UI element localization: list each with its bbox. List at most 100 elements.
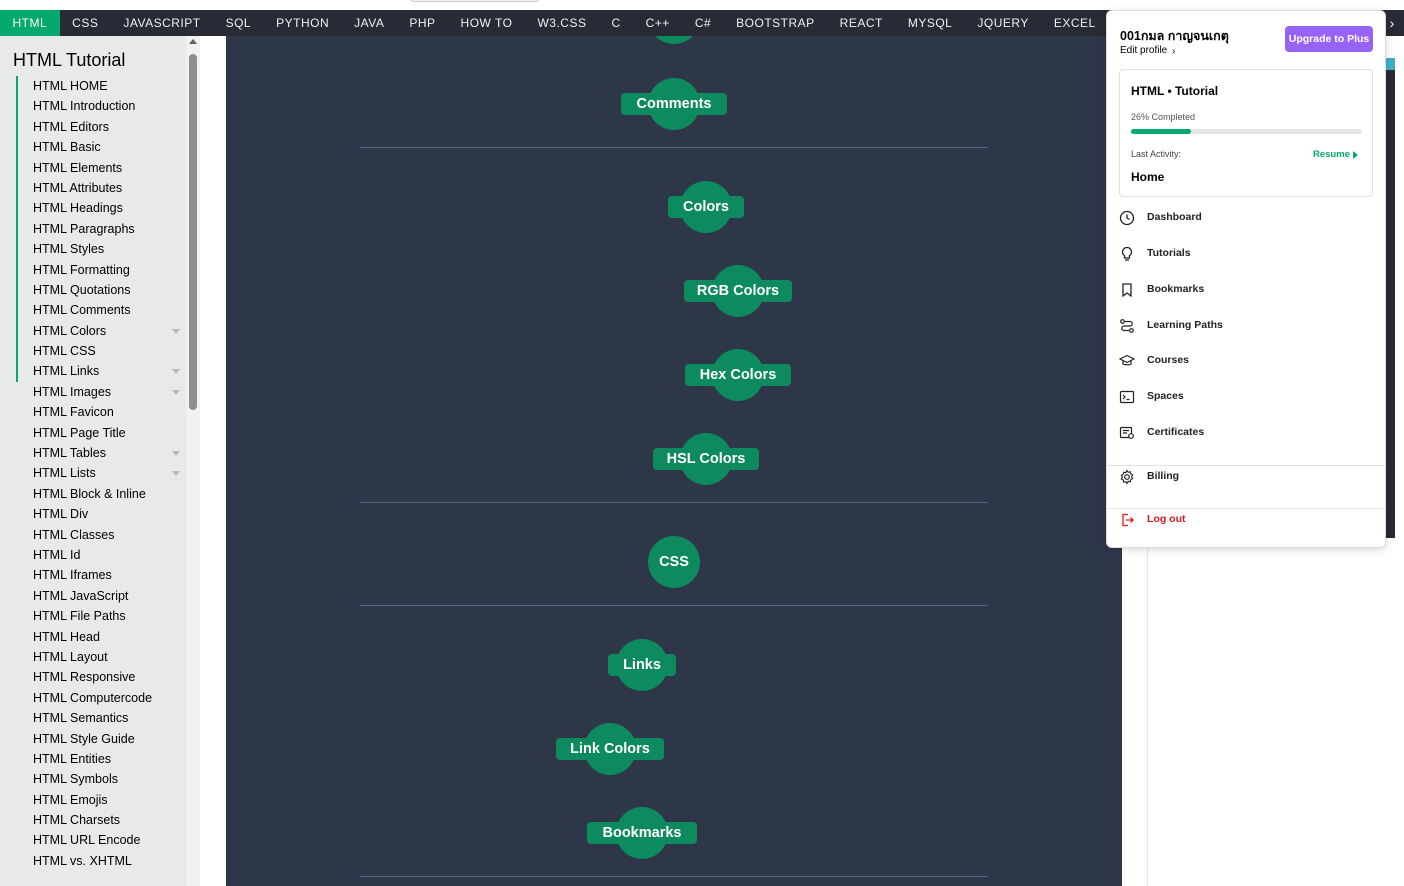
sidebar-item[interactable]: HTML Classes <box>16 525 186 545</box>
nav-item-c-[interactable]: C# <box>682 10 723 36</box>
nav-item-mysql[interactable]: MYSQL <box>895 10 965 36</box>
sidebar-item[interactable]: HTML Images <box>16 382 186 402</box>
caret-down-icon[interactable] <box>172 389 180 395</box>
nav-item-bootstrap[interactable]: BOOTSTRAP <box>724 10 828 36</box>
sidebar-item[interactable]: HTML Charsets <box>16 810 186 830</box>
caret-down-icon[interactable] <box>172 328 180 334</box>
map-node-label[interactable]: CSS <box>594 551 754 573</box>
sidebar-item-label: HTML Tables <box>33 446 106 461</box>
nav-item-css[interactable]: CSS <box>60 10 111 36</box>
sidebar-item[interactable]: HTML Editors <box>16 116 186 138</box>
sidebar-item[interactable]: HTML Formatting <box>16 259 186 280</box>
sidebar-title: HTML Tutorial <box>13 50 126 70</box>
sidebar-scrollbar-thumb[interactable] <box>189 54 197 410</box>
browser-tab-pill <box>410 0 540 2</box>
nav-item-jquery[interactable]: JQUERY <box>965 10 1041 36</box>
sidebar-item[interactable]: HTML JavaScript <box>16 586 186 606</box>
nav-item-php[interactable]: PHP <box>397 10 448 36</box>
sidebar-item[interactable]: HTML File Paths <box>16 606 186 626</box>
sidebar-item[interactable]: HTML Colors <box>16 320 186 342</box>
nav-item-sql[interactable]: SQL <box>213 10 264 36</box>
sidebar-item[interactable]: HTML Style Guide <box>16 729 186 749</box>
caret-down-icon[interactable] <box>172 471 180 477</box>
menu-item-log-out[interactable]: Log out <box>1119 510 1373 530</box>
sidebar-item[interactable]: HTML Lists <box>16 463 186 483</box>
menu-item-tutorials[interactable]: Tutorials <box>1119 244 1373 264</box>
ad-choices-icon[interactable] <box>1386 58 1395 70</box>
nav-item-java[interactable]: JAVA <box>342 10 397 36</box>
resume-link[interactable]: Resume <box>1313 149 1350 160</box>
chevron-right-icon[interactable]: › <box>1172 46 1175 57</box>
menu-item-certificates[interactable]: Certificates <box>1119 423 1373 443</box>
caret-down-icon[interactable] <box>172 369 180 375</box>
nav-item-excel[interactable]: EXCEL <box>1041 10 1108 36</box>
map-node-label[interactable]: Colors <box>626 196 786 218</box>
sidebar-item[interactable]: HTML Elements <box>16 157 186 178</box>
nav-item-w3-css[interactable]: W3.CSS <box>525 10 599 36</box>
map-node-label[interactable]: HSL Colors <box>626 448 786 470</box>
sidebar-item[interactable]: HTML Basic <box>16 137 186 158</box>
sidebar-item[interactable]: HTML Comments <box>16 300 186 321</box>
sidebar-item[interactable]: HTML Block & Inline <box>16 484 186 504</box>
menu-item-learning-paths[interactable]: Learning Paths <box>1119 316 1373 336</box>
sidebar-item[interactable]: HTML URL Encode <box>16 830 186 850</box>
sidebar-item[interactable]: HTML Attributes <box>16 177 186 199</box>
menu-item-dashboard[interactable]: Dashboard <box>1119 208 1373 228</box>
sidebar-item-label: HTML Colors <box>33 323 107 338</box>
map-node-label[interactable]: Bookmarks <box>562 822 722 844</box>
menu-item-billing[interactable]: Billing <box>1119 467 1373 487</box>
menu-item-label: Spaces <box>1147 390 1184 402</box>
sidebar-item-label: HTML Introduction <box>33 99 136 114</box>
menu-item-courses[interactable]: Courses <box>1118 351 1373 371</box>
sidebar-item[interactable]: HTML Entities <box>16 749 186 769</box>
nav-item-c-[interactable]: C++ <box>633 10 682 36</box>
sidebar-item[interactable]: HTML Paragraphs <box>16 218 186 240</box>
nav-item-how-to[interactable]: HOW TO <box>448 10 525 36</box>
sidebar-item-label: HTML Charsets <box>33 813 121 828</box>
sidebar-item[interactable]: HTML Semantics <box>16 708 186 728</box>
nav-item-python[interactable]: PYTHON <box>264 10 342 36</box>
sidebar-item-label: HTML Iframes <box>33 568 112 583</box>
menu-item-bookmarks[interactable]: Bookmarks <box>1119 280 1373 300</box>
map-node-label[interactable]: Link Colors <box>530 738 690 760</box>
sidebar-item[interactable]: HTML Id <box>16 545 186 565</box>
sidebar-item[interactable]: HTML Links <box>16 361 186 382</box>
sidebar-item-label: HTML Elements <box>33 160 123 175</box>
nav-item-html[interactable]: HTML <box>0 10 60 36</box>
nav-item-c[interactable]: C <box>599 10 633 36</box>
route-icon <box>1119 318 1135 334</box>
sidebar-item[interactable]: HTML Page Title <box>16 423 186 443</box>
sidebar-item-label: HTML Page Title <box>33 425 126 440</box>
sidebar-item[interactable]: HTML Responsive <box>16 667 186 687</box>
upgrade-button[interactable]: Upgrade to Plus <box>1285 26 1373 52</box>
sidebar-item[interactable]: HTML Favicon <box>16 402 186 422</box>
progress-card[interactable]: HTML • Tutorial 26% Completed Last Activ… <box>1119 69 1373 197</box>
sidebar-item[interactable]: HTML Layout <box>16 647 186 667</box>
map-node-label[interactable]: Comments <box>594 93 754 115</box>
sidebar-item[interactable]: HTML HOME <box>16 76 186 97</box>
sidebar-item[interactable]: HTML Computercode <box>16 688 186 708</box>
sidebar-item[interactable]: HTML Styles <box>16 239 186 260</box>
edit-profile-link[interactable]: Edit profile <box>1120 45 1167 56</box>
map-node-label[interactable]: RGB Colors <box>658 280 818 302</box>
sidebar-item[interactable]: HTML vs. XHTML <box>16 851 186 871</box>
nav-item-javascript[interactable]: JAVASCRIPT <box>111 10 213 36</box>
sidebar-item[interactable]: HTML Quotations <box>16 279 186 301</box>
sidebar-item[interactable]: HTML Div <box>16 504 186 524</box>
sidebar-item[interactable]: HTML Symbols <box>16 769 186 789</box>
caret-down-icon[interactable] <box>172 451 180 457</box>
sidebar-item[interactable]: HTML Introduction <box>16 96 186 117</box>
menu-item-spaces[interactable]: Spaces <box>1119 387 1373 407</box>
sidebar-item[interactable]: HTML Emojis <box>16 790 186 810</box>
map-node-label[interactable]: Hex Colors <box>658 364 818 386</box>
sidebar-item[interactable]: HTML Iframes <box>16 565 186 585</box>
scroll-up-arrow-icon[interactable] <box>189 39 197 44</box>
nav-item-react[interactable]: REACT <box>827 10 895 36</box>
sidebar-item[interactable]: HTML CSS <box>16 341 186 362</box>
sidebar-item-label: HTML CSS <box>33 344 96 359</box>
sidebar-item[interactable]: HTML Head <box>16 627 186 647</box>
sidebar-item[interactable]: HTML Headings <box>16 198 186 219</box>
sidebar-item[interactable]: HTML Tables <box>16 443 186 463</box>
play-icon[interactable] <box>1353 151 1358 159</box>
map-node-label[interactable]: Links <box>562 654 722 676</box>
